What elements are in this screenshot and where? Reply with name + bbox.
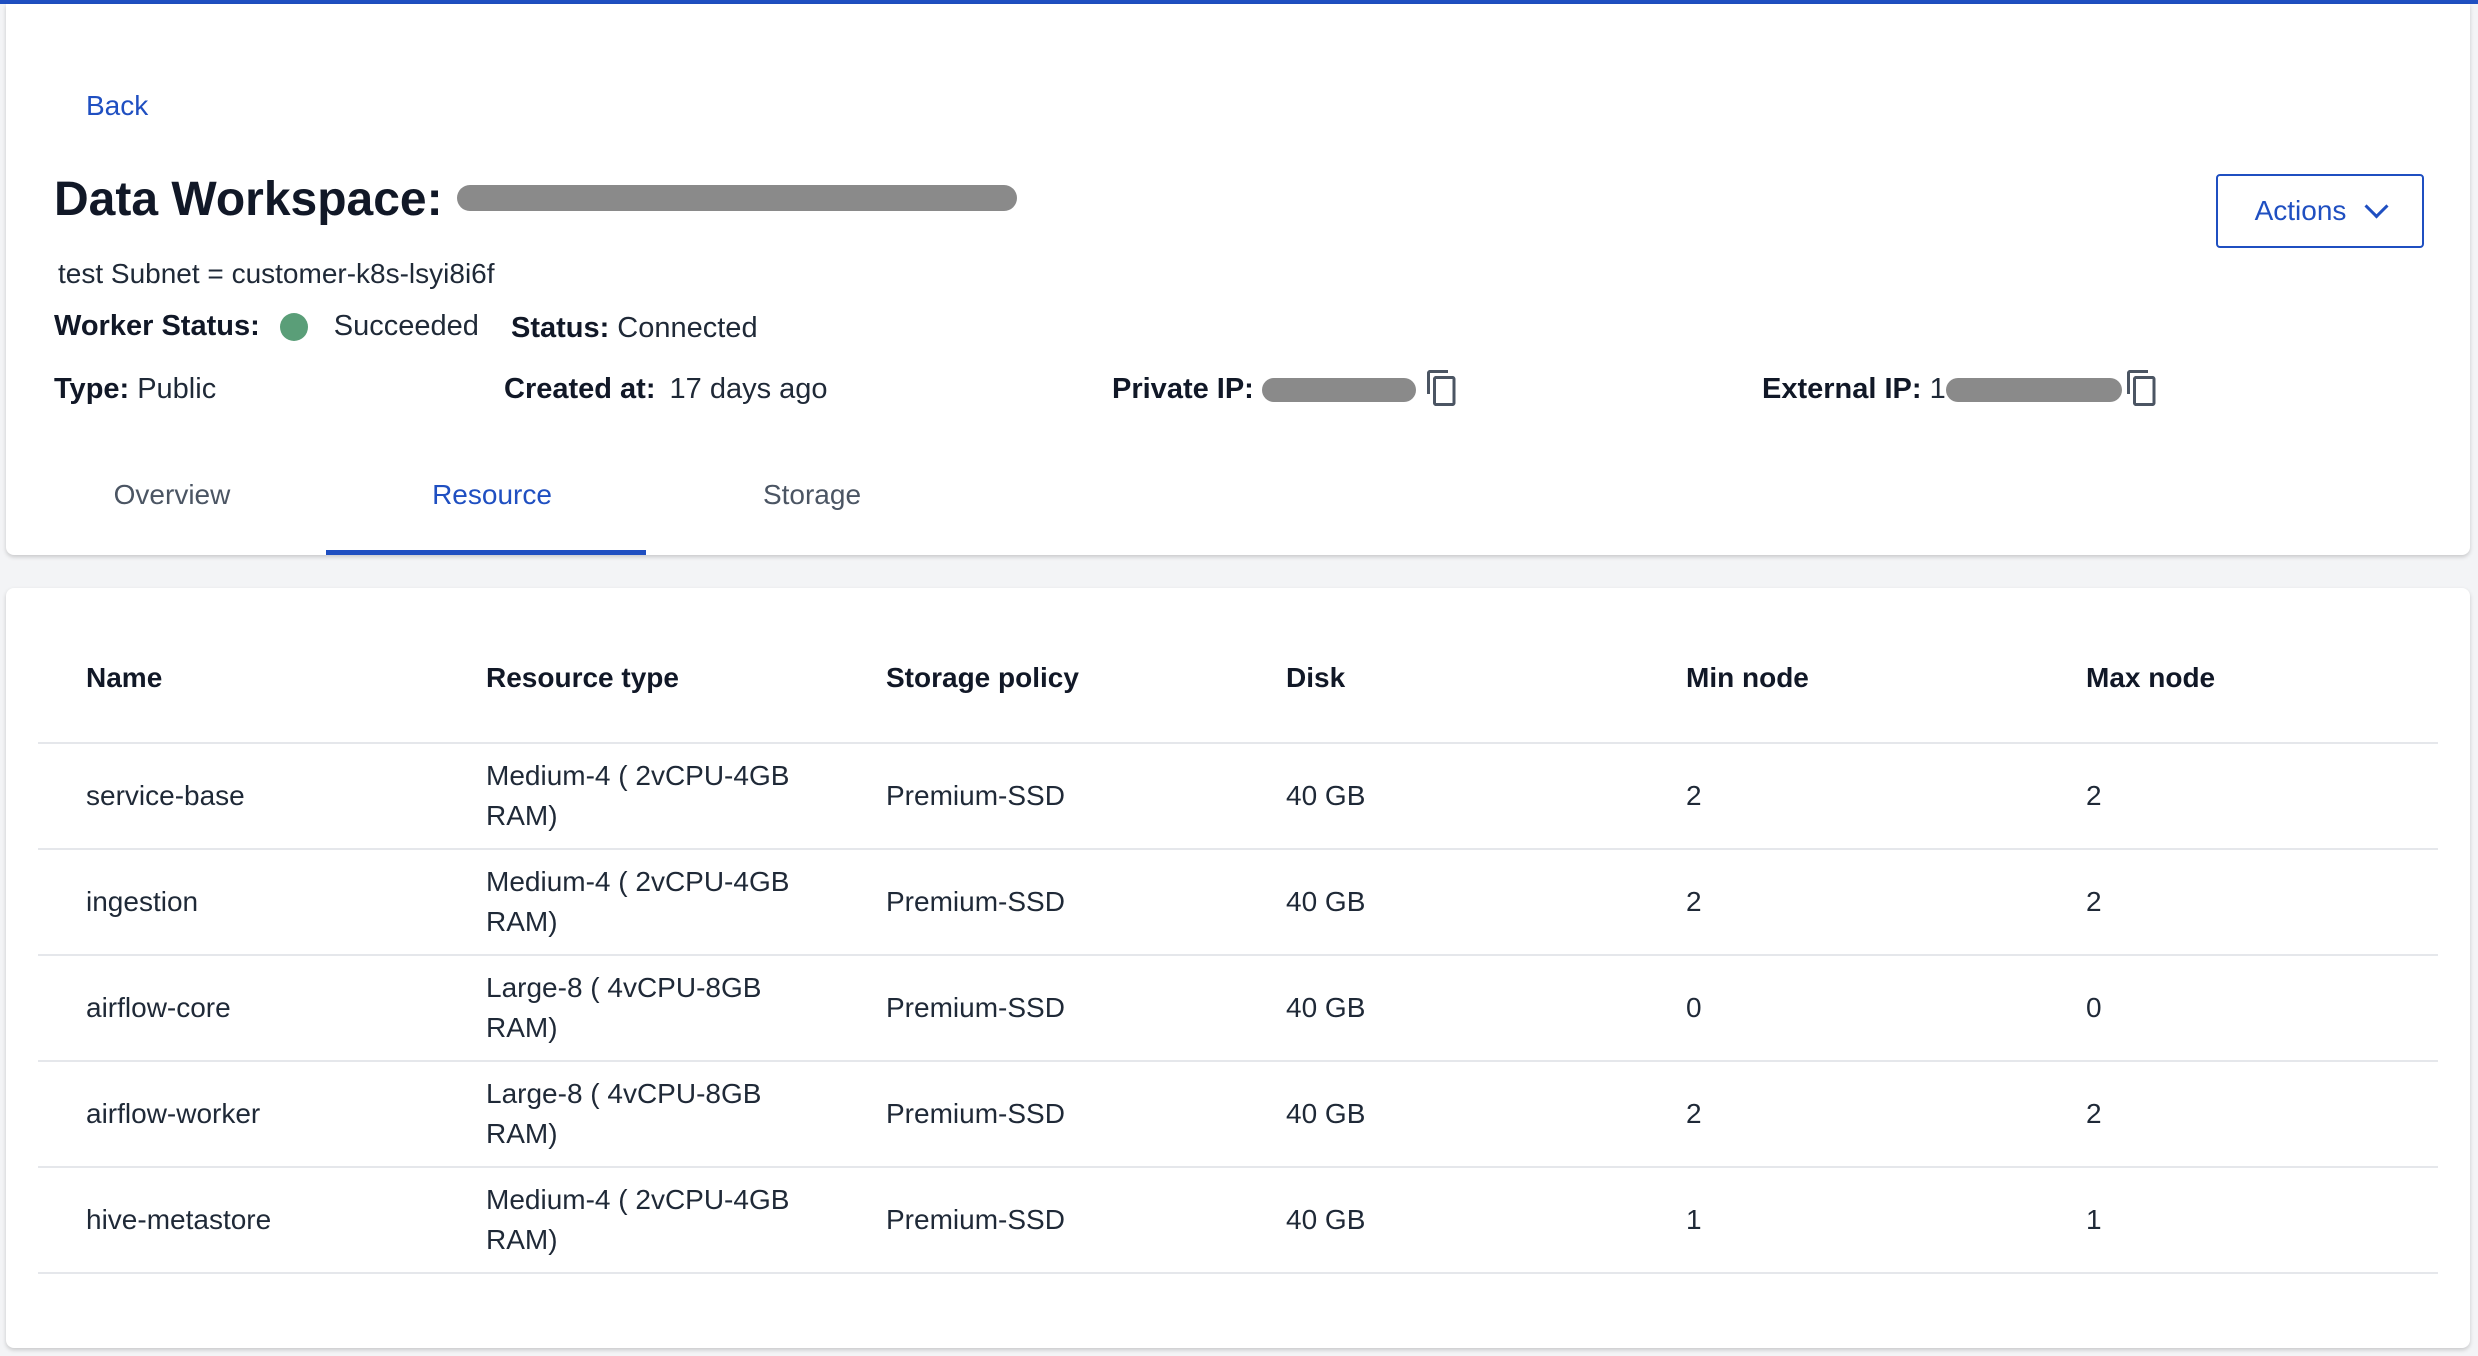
cell-max-node: 1 (2038, 1167, 2438, 1274)
column-header-name[interactable]: Name (38, 648, 438, 744)
worker-status: Worker Status: Succeeded (54, 310, 479, 343)
cell-resource-type: Medium-4 ( 2vCPU-4GB RAM) (438, 849, 838, 956)
active-tab-indicator (326, 550, 646, 555)
redacted-private-ip (1261, 377, 1416, 402)
chevron-down-icon (2364, 193, 2389, 219)
cell-disk: 40 GB (1238, 1061, 1638, 1168)
external-ip: External IP: 1 (1762, 373, 2122, 406)
external-ip-label: External IP: (1762, 373, 1922, 405)
workspace-type: Type: Public (54, 373, 216, 406)
cell-resource-type: Large-8 ( 4vCPU-8GB RAM) (438, 955, 838, 1062)
table-row[interactable]: airflow-worker Large-8 ( 4vCPU-8GB RAM) … (38, 1061, 2438, 1168)
cell-min-node: 2 (1638, 849, 2038, 956)
subnet-subtitle: test Subnet = customer-k8s-lsyi8i6f (58, 258, 495, 289)
copy-icon[interactable] (1424, 368, 1460, 408)
workspace-header-card: Back Data Workspace: Actions test Subnet… (6, 4, 2470, 555)
table-header-row: Name Resource type Storage policy Disk M… (38, 648, 2438, 744)
status-dot-icon (279, 312, 308, 341)
table-row[interactable]: service-base Medium-4 ( 2vCPU-4GB RAM) P… (38, 743, 2438, 850)
resource-table: Name Resource type Storage policy Disk M… (38, 648, 2438, 1274)
cell-disk: 40 GB (1238, 1167, 1638, 1274)
cell-storage-policy: Premium-SSD (838, 849, 1238, 956)
created-at: Created at: 17 days ago (504, 373, 828, 406)
created-value: 17 days ago (669, 373, 828, 405)
table-row[interactable]: hive-metastore Medium-4 ( 2vCPU-4GB RAM)… (38, 1167, 2438, 1274)
actions-dropdown-button[interactable]: Actions (2216, 174, 2424, 248)
cell-storage-policy: Premium-SSD (838, 955, 1238, 1062)
back-link[interactable]: Back (86, 90, 148, 122)
cell-storage-policy: Premium-SSD (838, 1061, 1238, 1168)
redacted-workspace-name (456, 185, 1017, 212)
column-header-disk[interactable]: Disk (1238, 648, 1638, 744)
cell-max-node: 2 (2038, 1061, 2438, 1168)
cell-min-node: 2 (1638, 743, 2038, 850)
workspace-tabs: Overview Resource Storage (12, 474, 1012, 559)
cell-disk: 40 GB (1238, 743, 1638, 850)
status-value: Connected (617, 312, 758, 344)
private-ip-label: Private IP: (1112, 373, 1254, 405)
cell-min-node: 2 (1638, 1061, 2038, 1168)
cell-max-node: 2 (2038, 743, 2438, 850)
connection-status: Status: Connected (511, 312, 758, 345)
table-row[interactable]: ingestion Medium-4 ( 2vCPU-4GB RAM) Prem… (38, 849, 2438, 956)
cell-disk: 40 GB (1238, 955, 1638, 1062)
worker-status-label: Worker Status: (54, 310, 260, 342)
tab-resource[interactable]: Resource (332, 453, 652, 537)
cell-resource-type: Medium-4 ( 2vCPU-4GB RAM) (438, 743, 838, 850)
tab-storage[interactable]: Storage (652, 453, 972, 537)
cell-name: service-base (38, 743, 438, 850)
status-label: Status: (511, 312, 610, 344)
cell-disk: 40 GB (1238, 849, 1638, 956)
cell-name: hive-metastore (38, 1167, 438, 1274)
cell-resource-type: Large-8 ( 4vCPU-8GB RAM) (438, 1061, 838, 1168)
column-header-resource-type[interactable]: Resource type (438, 648, 838, 744)
column-header-storage-policy[interactable]: Storage policy (838, 648, 1238, 744)
worker-status-value: Succeeded (333, 310, 479, 342)
cell-resource-type: Medium-4 ( 2vCPU-4GB RAM) (438, 1167, 838, 1274)
redacted-external-ip (1945, 377, 2122, 402)
cell-name: ingestion (38, 849, 438, 956)
page-title-prefix: Data Workspace: (54, 173, 443, 226)
created-label: Created at: (504, 373, 656, 405)
tab-overview[interactable]: Overview (12, 453, 332, 537)
cell-min-node: 0 (1638, 955, 2038, 1062)
column-header-max-node[interactable]: Max node (2038, 648, 2438, 744)
external-ip-prefix: 1 (1929, 373, 1946, 405)
cell-name: airflow-core (38, 955, 438, 1062)
actions-button-label: Actions (2254, 195, 2347, 226)
page-title: Data Workspace: (54, 172, 1017, 227)
cell-name: airflow-worker (38, 1061, 438, 1168)
private-ip: Private IP: (1112, 373, 1416, 406)
cell-max-node: 0 (2038, 955, 2438, 1062)
copy-icon[interactable] (2124, 368, 2160, 408)
type-label: Type: (54, 373, 130, 405)
cell-storage-policy: Premium-SSD (838, 743, 1238, 850)
table-row[interactable]: airflow-core Large-8 ( 4vCPU-8GB RAM) Pr… (38, 955, 2438, 1062)
cell-storage-policy: Premium-SSD (838, 1167, 1238, 1274)
resource-table-card: Name Resource type Storage policy Disk M… (6, 588, 2470, 1348)
cell-min-node: 1 (1638, 1167, 2038, 1274)
type-value: Public (137, 373, 217, 405)
column-header-min-node[interactable]: Min node (1638, 648, 2038, 744)
cell-max-node: 2 (2038, 849, 2438, 956)
